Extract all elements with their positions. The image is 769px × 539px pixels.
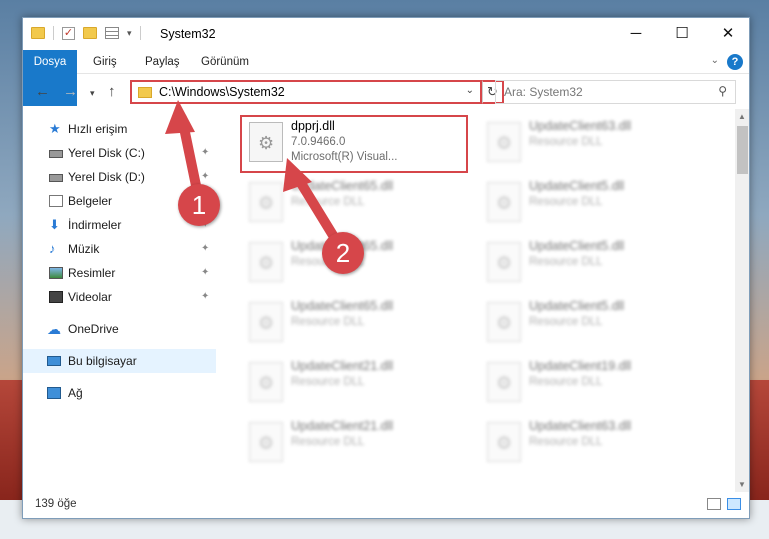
step-badge-1: 1 [178,184,220,226]
annotation-arrows [165,100,347,255]
step-badge-2: 2 [322,232,364,274]
arrow-1-head [165,100,195,134]
